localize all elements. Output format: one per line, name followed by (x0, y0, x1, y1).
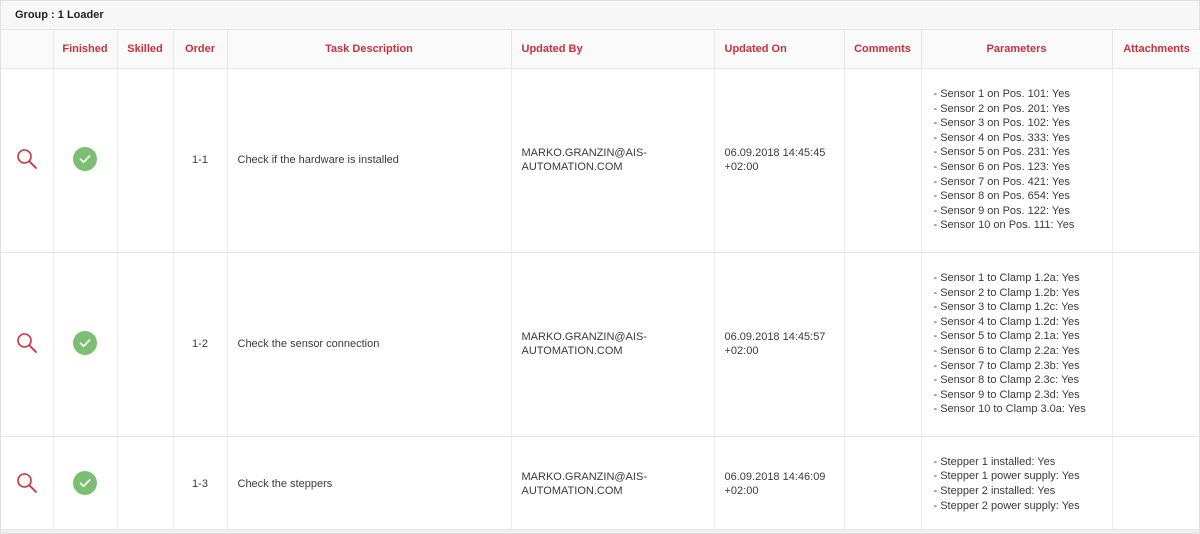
parameter-item: - Sensor 8 on Pos. 654: Yes (933, 190, 1070, 203)
updated-by-line2: AUTOMATION.COM (521, 485, 623, 497)
col-header-attachments[interactable]: Attachments (1112, 30, 1200, 69)
col-header-parameters[interactable]: Parameters (921, 30, 1113, 69)
col-header-finished[interactable]: Finished (53, 30, 118, 69)
attachments-cell (1112, 68, 1200, 253)
skilled-cell (117, 252, 174, 437)
search-icon[interactable] (15, 147, 39, 171)
parameter-item: - Sensor 6 to Clamp 2.2a: Yes (933, 345, 1080, 357)
col-header-updated-on[interactable]: Updated On (714, 30, 845, 69)
search-icon[interactable] (15, 471, 39, 495)
parameter-item: - Sensor 5 to Clamp 2.1a: Yes (933, 330, 1080, 343)
task-table: Finished Skilled Order Task Description … (1, 30, 1200, 533)
parameter-item: - Stepper 1 installed: Yes (933, 455, 1056, 468)
comments-cell (844, 252, 922, 437)
updated-on-offset: +02:00 (724, 485, 759, 497)
updated-on-datetime: 06.09.2018 14:45:57 (724, 331, 826, 343)
parameter-item: - Stepper 2 power supply: Yes (933, 499, 1080, 512)
col-header-view (1, 30, 54, 69)
updated-by-line1: MARKO.GRANZIN@AIS- (521, 471, 647, 483)
updated-on-datetime: 06.09.2018 14:46:09 (724, 471, 826, 483)
parameter-item: - Sensor 2 on Pos. 201: Yes (933, 102, 1070, 115)
parameter-item: - Sensor 7 to Clamp 2.3b: Yes (933, 359, 1080, 372)
attachments-cell (1112, 252, 1200, 437)
parameter-item: - Sensor 3 to Clamp 1.2c: Yes (933, 301, 1080, 314)
updated-by-line2: AUTOMATION.COM (521, 161, 623, 173)
finished-cell (53, 436, 118, 533)
search-icon[interactable] (15, 331, 39, 355)
view-cell (1, 68, 54, 253)
skilled-cell (117, 68, 174, 253)
order-cell: 1-3 (173, 436, 228, 533)
parameter-item: - Sensor 10 on Pos. 111: Yes (933, 219, 1075, 232)
parameters-list: - Sensor 1 to Clamp 1.2a: Yes - Sensor 2… (932, 271, 1102, 417)
task-description-cell: Check the sensor connection (227, 252, 512, 437)
order-cell: 1-1 (173, 68, 228, 253)
parameter-item: - Sensor 1 on Pos. 101: Yes (933, 88, 1070, 101)
finished-cell (53, 68, 118, 253)
updated-by-cell: MARKO.GRANZIN@AIS- AUTOMATION.COM (511, 68, 715, 253)
check-circle-icon (73, 470, 97, 495)
group-title: Group : 1 Loader (1, 1, 1199, 30)
finished-cell (53, 252, 118, 437)
parameter-item: - Sensor 8 to Clamp 2.3c: Yes (933, 374, 1080, 387)
col-header-updated-by[interactable]: Updated By (511, 30, 715, 69)
updated-on-datetime: 06.09.2018 14:45:45 (724, 147, 826, 159)
updated-on-offset: +02:00 (724, 345, 759, 357)
updated-by-line2: AUTOMATION.COM (521, 345, 623, 357)
comments-cell (844, 68, 922, 253)
table-header-row: Finished Skilled Order Task Description … (1, 30, 1200, 69)
parameter-item: - Sensor 10 to Clamp 3.0a: Yes (933, 403, 1086, 416)
parameter-item: - Sensor 2 to Clamp 1.2b: Yes (933, 286, 1080, 299)
updated-on-cell: 06.09.2018 14:45:45 +02:00 (714, 68, 845, 253)
check-circle-icon (73, 330, 97, 355)
updated-by-cell: MARKO.GRANZIN@AIS- AUTOMATION.COM (511, 252, 715, 437)
comments-cell (844, 436, 922, 533)
parameter-item: - Sensor 1 to Clamp 1.2a: Yes (933, 272, 1080, 285)
parameter-item: - Stepper 1 power supply: Yes (933, 470, 1080, 483)
parameter-item: - Sensor 4 on Pos. 333: Yes (933, 131, 1070, 144)
table-row: 1-1 Check if the hardware is installed M… (1, 68, 1200, 253)
view-cell (1, 436, 54, 533)
col-header-task-description[interactable]: Task Description (227, 30, 512, 69)
view-cell (1, 252, 54, 437)
parameters-cell: - Stepper 1 installed: Yes - Stepper 1 p… (921, 436, 1113, 533)
parameter-item: - Sensor 9 on Pos. 122: Yes (933, 204, 1070, 217)
parameter-item: - Stepper 2 installed: Yes (933, 485, 1056, 497)
col-header-skilled[interactable]: Skilled (117, 30, 174, 69)
parameters-cell: - Sensor 1 on Pos. 101: Yes - Sensor 2 o… (921, 68, 1113, 253)
task-report: Group : 1 Loader Finished Skilled Order … (0, 0, 1200, 534)
parameter-item: - Sensor 5 on Pos. 231: Yes (933, 146, 1070, 159)
updated-on-cell: 06.09.2018 14:46:09 +02:00 (714, 436, 845, 533)
updated-on-cell: 06.09.2018 14:45:57 +02:00 (714, 252, 845, 437)
updated-by-line1: MARKO.GRANZIN@AIS- (521, 147, 647, 159)
parameter-item: - Sensor 6 on Pos. 123: Yes (933, 161, 1070, 173)
parameter-item: - Sensor 7 on Pos. 421: Yes (933, 175, 1070, 188)
updated-on-offset: +02:00 (724, 161, 759, 173)
parameter-item: - Sensor 9 to Clamp 2.3d: Yes (933, 388, 1080, 401)
updated-by-cell: MARKO.GRANZIN@AIS- AUTOMATION.COM (511, 436, 715, 533)
parameters-cell: - Sensor 1 to Clamp 1.2a: Yes - Sensor 2… (921, 252, 1113, 437)
updated-by-line1: MARKO.GRANZIN@AIS- (521, 331, 647, 343)
task-description-cell: Check the steppers (227, 436, 512, 533)
col-header-order[interactable]: Order (173, 30, 228, 69)
parameter-item: - Sensor 4 to Clamp 1.2d: Yes (933, 315, 1080, 328)
table-footer-divider (1, 529, 1199, 533)
skilled-cell (117, 436, 174, 533)
task-description-cell: Check if the hardware is installed (227, 68, 512, 253)
table-row: 1-2 Check the sensor connection MARKO.GR… (1, 252, 1200, 437)
attachments-cell (1112, 436, 1200, 533)
parameter-item: - Sensor 3 on Pos. 102: Yes (933, 117, 1070, 130)
order-cell: 1-2 (173, 252, 228, 437)
check-circle-icon (73, 146, 97, 171)
parameters-list: - Stepper 1 installed: Yes - Stepper 1 p… (932, 455, 1102, 513)
table-row: 1-3 Check the steppers MARKO.GRANZIN@AIS… (1, 436, 1200, 533)
parameters-list: - Sensor 1 on Pos. 101: Yes - Sensor 2 o… (932, 87, 1102, 233)
col-header-comments[interactable]: Comments (844, 30, 922, 69)
